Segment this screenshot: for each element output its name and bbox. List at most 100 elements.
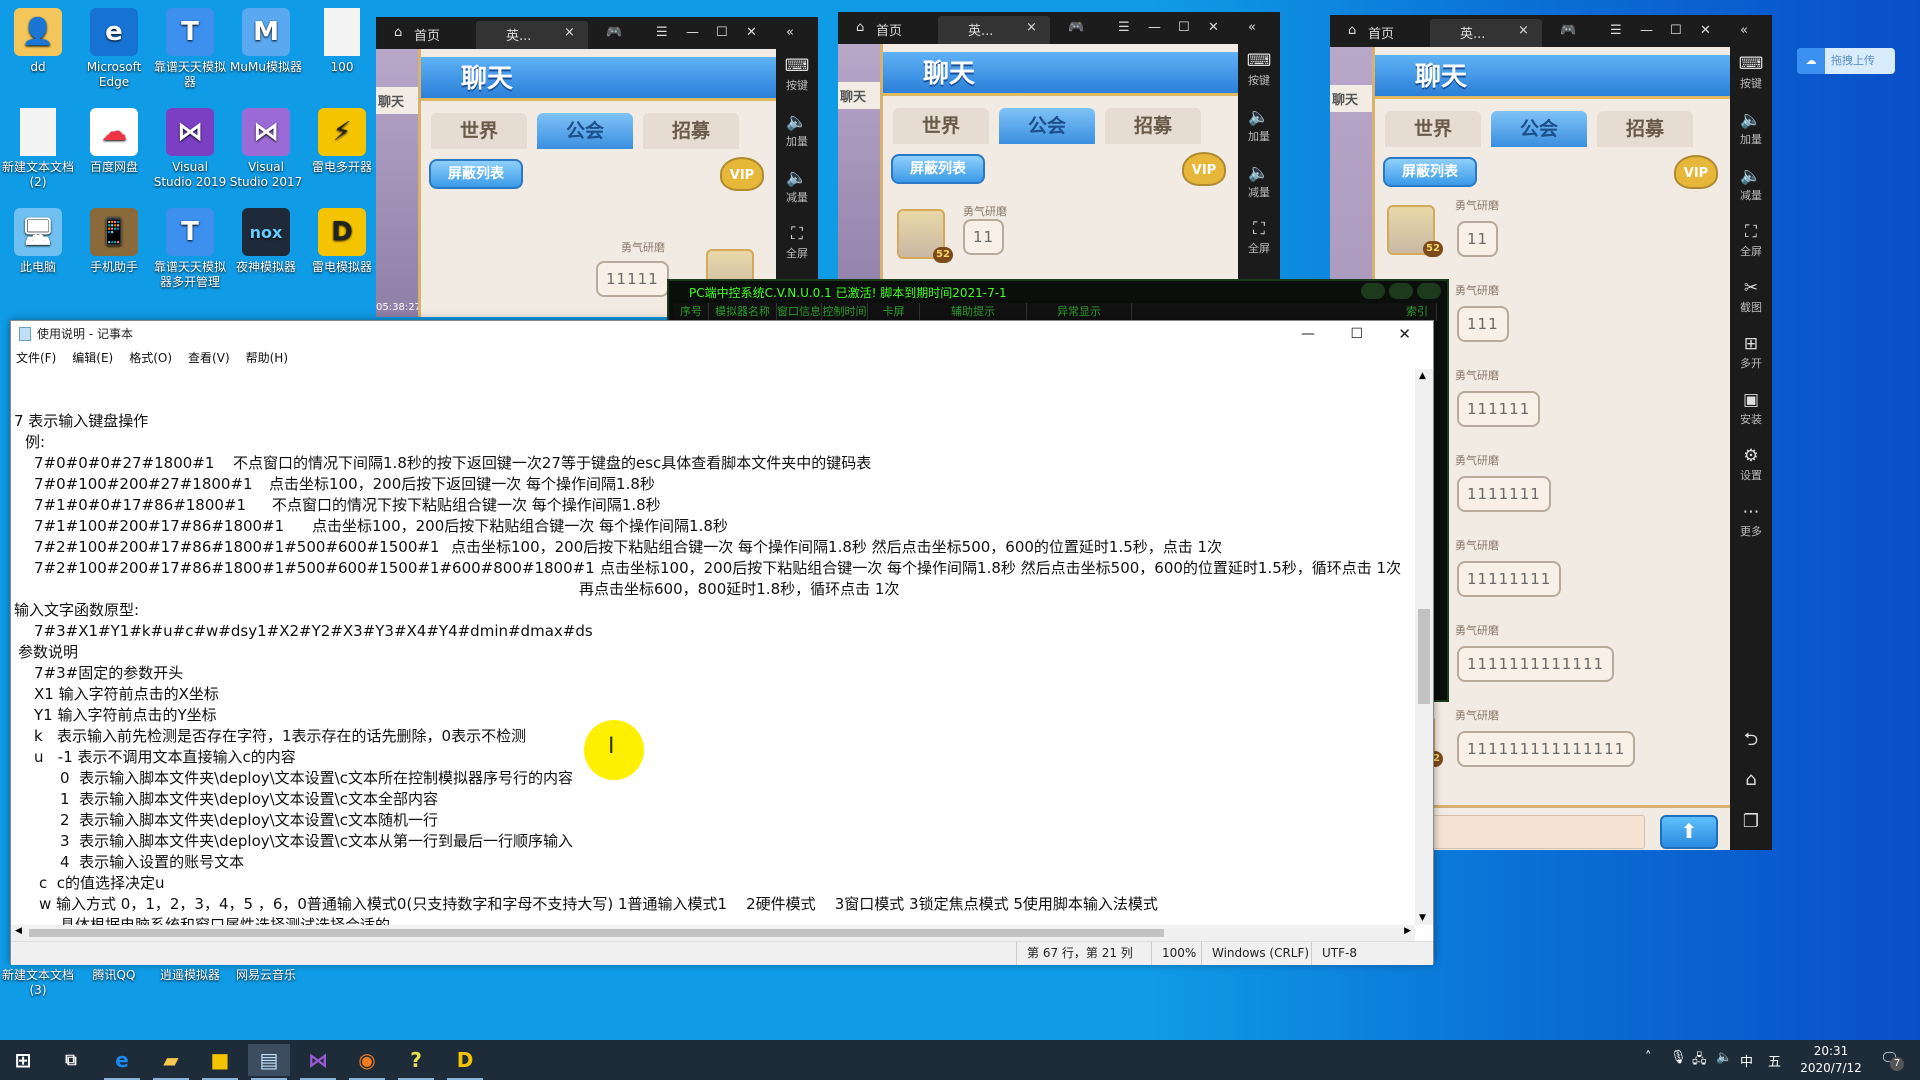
gamepad-icon[interactable]: 🎮 <box>606 25 622 40</box>
column-header[interactable]: 模拟器名称 <box>709 303 777 321</box>
upload-badge[interactable]: ☁ 拖拽上传 <box>1797 48 1895 74</box>
horizontal-scrollbar[interactable]: ◀ ▶ <box>11 925 1415 941</box>
ldmulti-icon[interactable]: ■ <box>199 1044 241 1080</box>
collapse-icon[interactable]: « <box>1740 23 1748 38</box>
back-icon[interactable]: ⮌ <box>1730 727 1772 757</box>
column-header[interactable]: 辅助提示 <box>920 303 1027 321</box>
network-icon[interactable]: 🖧 <box>1692 1050 1707 1072</box>
sidebar-multi[interactable]: ⊞ 多开 <box>1730 327 1772 383</box>
tab-guild[interactable]: 公会 <box>1491 111 1587 147</box>
collapse-icon[interactable]: « <box>1248 20 1256 35</box>
sidebar-volume-down[interactable]: 🔈 减量 <box>776 161 818 217</box>
vip-badge[interactable]: VIP <box>1182 152 1226 186</box>
home-tab[interactable]: 首页 <box>1368 23 1394 42</box>
ime-mode[interactable]: 五 <box>1768 1051 1781 1070</box>
browser-360-icon[interactable]: ◉ <box>346 1044 388 1080</box>
maximize-button[interactable] <box>1389 283 1413 299</box>
column-header[interactable]: 卡屏 <box>868 303 920 321</box>
minimize-icon[interactable]: — <box>1640 23 1653 38</box>
emulator-window-1[interactable]: ⌂ 首页 英... × 🎮 ☰ — ☐ ✕ « 聊天 05:38:27 聊天 世界 公会 招募 屏蔽… <box>376 17 818 317</box>
close-tab-icon[interactable]: × <box>1026 20 1037 35</box>
scroll-left-icon[interactable]: ◀ <box>15 926 22 936</box>
ldplayer-icon[interactable]: D <box>444 1044 486 1080</box>
clock[interactable]: 20:31 2020/7/12 <box>1796 1043 1866 1077</box>
sidebar-keymap[interactable]: ⌨ 按键 <box>776 49 818 105</box>
sidebar-volume-up[interactable]: 🔈 加量 <box>1730 103 1772 159</box>
desktop-icon-qq[interactable]: 腾讯QQ <box>76 968 152 983</box>
desktop-icon-100[interactable]: 100 <box>304 8 380 75</box>
tab-guild[interactable]: 公会 <box>999 108 1095 144</box>
tray-expand-icon[interactable]: ˄ <box>1645 1050 1652 1065</box>
volume-icon[interactable]: 🔈 <box>1716 1050 1732 1065</box>
sidebar-fullscreen[interactable]: ⛶ 全屏 <box>776 217 818 273</box>
sidebar-volume-up[interactable]: 🔈 加量 <box>776 105 818 161</box>
microphone-icon[interactable]: 🎙 <box>1670 1050 1687 1065</box>
sidebar-more[interactable]: ⋯ 更多 <box>1730 495 1772 551</box>
block-list-button[interactable]: 屏蔽列表 <box>429 159 523 189</box>
desktop-icon-new-text-2[interactable]: 新建文本文档 (2) <box>0 108 76 190</box>
menu-file[interactable]: 文件(F) <box>16 351 56 365</box>
text-area[interactable]: 7 表示输入键盘操作 例: 7#0#0#0#27#1800#1 不点窗口的情况下间… <box>11 369 1415 925</box>
close-button[interactable]: ✕ <box>1398 321 1411 347</box>
menu-view[interactable]: 查看(V) <box>188 351 230 365</box>
menu-help[interactable]: 帮助(H) <box>246 351 288 365</box>
start-icon[interactable]: ⊞ <box>2 1044 44 1076</box>
maximize-icon[interactable]: ☐ <box>1670 23 1682 38</box>
send-button[interactable]: ⬆ <box>1660 815 1718 849</box>
close-tab-icon[interactable]: × <box>564 25 575 40</box>
notepad-icon[interactable]: ▤ <box>248 1044 290 1080</box>
maximize-icon[interactable]: ☐ <box>1178 20 1190 35</box>
sidebar-settings[interactable]: ⚙ 设置 <box>1730 439 1772 495</box>
scroll-down-icon[interactable]: ▼ <box>1419 913 1426 923</box>
visual-studio-icon[interactable]: ⋈ <box>297 1044 339 1080</box>
tab-recruit[interactable]: 招募 <box>1597 111 1693 147</box>
sidebar-volume-down[interactable]: 🔈 减量 <box>1238 156 1280 212</box>
desktop-icon-netease-music[interactable]: 网易云音乐 <box>228 968 304 983</box>
desktop-icon-nox[interactable]: nox 夜神模拟器 <box>228 208 304 275</box>
maximize-button[interactable]: ☐ <box>1350 321 1363 347</box>
tab-guild[interactable]: 公会 <box>537 113 633 149</box>
minimize-icon[interactable]: — <box>1148 20 1161 35</box>
desktop-icon-new-text-3[interactable]: 新建文本文档 (3) <box>0 968 76 998</box>
sidebar-install[interactable]: ▣ 安装 <box>1730 383 1772 439</box>
column-header[interactable]: 控制时间 <box>822 303 868 321</box>
column-header[interactable]: 异常显示 <box>1027 303 1132 321</box>
tab-world[interactable]: 世界 <box>893 108 989 144</box>
desktop-icon-tiantian-multi[interactable]: T 靠谱天天模拟器多开管理 <box>152 208 228 290</box>
close-icon[interactable]: ✕ <box>1208 20 1219 35</box>
vip-badge[interactable]: VIP <box>720 157 764 191</box>
close-button[interactable] <box>1417 283 1441 299</box>
desktop-icon-phone-assistant[interactable]: 📱 手机助手 <box>76 208 152 275</box>
column-header[interactable]: 窗口信息 <box>777 303 822 321</box>
sidebar-fullscreen[interactable]: ⛶ 全屏 <box>1730 215 1772 271</box>
desktop-icon-ldplayer[interactable]: D 雷电模拟器 <box>304 208 380 275</box>
collapse-icon[interactable]: « <box>786 25 794 40</box>
close-icon[interactable]: ✕ <box>746 25 757 40</box>
tab-recruit[interactable]: 招募 <box>1105 108 1201 144</box>
menu-icon[interactable]: ☰ <box>1610 23 1622 38</box>
menu-icon[interactable]: ☰ <box>1118 20 1130 35</box>
sidebar-fullscreen[interactable]: ⛶ 全屏 <box>1238 212 1280 268</box>
desktop-icon-edge[interactable]: e Microsoft Edge <box>76 8 152 90</box>
task-view-icon[interactable]: ⧉ <box>50 1044 92 1076</box>
sidebar-keymap[interactable]: ⌨ 按键 <box>1238 44 1280 100</box>
menu-format[interactable]: 格式(O) <box>129 351 172 365</box>
file-explorer-icon[interactable]: ▰ <box>150 1044 192 1080</box>
gamepad-icon[interactable]: 🎮 <box>1560 23 1576 38</box>
gamepad-icon[interactable]: 🎮 <box>1068 20 1084 35</box>
desktop-icon-vs2017[interactable]: ⋈ Visual Studio 2017 <box>228 108 304 190</box>
notepad-window[interactable]: 使用说明 - 记事本 — ☐ ✕ 文件(F) 编辑(E) 格式(O) 查看(V) 帮助(… <box>10 320 1434 965</box>
sidebar-keymap[interactable]: ⌨ 按键 <box>1730 47 1772 103</box>
emulator-window-2[interactable]: ⌂ 首页 英... × 🎮 ☰ — ☐ ✕ « 聊天 聊天 世界 公会 招募 屏蔽列表 VIP 5… <box>838 12 1280 312</box>
minimize-icon[interactable]: — <box>686 25 699 40</box>
minimize-button[interactable]: — <box>1301 321 1315 347</box>
home-nav-icon[interactable]: ⌂ <box>1730 769 1772 790</box>
sidebar-volume-up[interactable]: 🔈 加量 <box>1238 100 1280 156</box>
sidebar-volume-down[interactable]: 🔈 减量 <box>1730 159 1772 215</box>
edge-icon[interactable]: e <box>101 1044 143 1080</box>
desktop-icon-this-pc[interactable]: 🖥 此电脑 <box>0 208 76 275</box>
vip-badge[interactable]: VIP <box>1674 155 1718 189</box>
menu-icon[interactable]: ☰ <box>656 25 668 40</box>
desktop-icon-dd[interactable]: 👤 dd <box>0 8 76 75</box>
recent-apps-icon[interactable]: ❐ <box>1730 811 1772 832</box>
